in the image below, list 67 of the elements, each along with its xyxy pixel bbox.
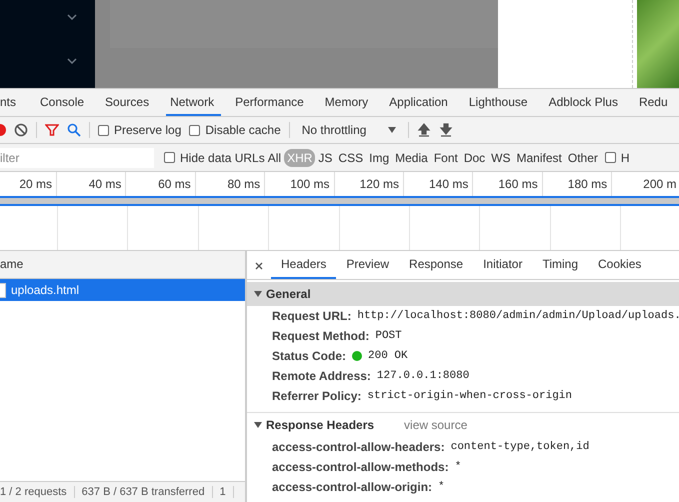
devtools-tab[interactable]: Lighthouse bbox=[464, 89, 535, 116]
chevron-icon[interactable] bbox=[67, 58, 77, 64]
triangle-icon[interactable] bbox=[254, 422, 262, 428]
search-icon[interactable] bbox=[67, 123, 81, 137]
detail-tab[interactable]: Timing bbox=[532, 251, 588, 279]
header-value: * bbox=[454, 461, 462, 473]
filter-checkbox[interactable]: H bbox=[604, 150, 630, 164]
clear-icon[interactable] bbox=[14, 123, 28, 137]
header-value: 200 OK bbox=[368, 350, 408, 362]
timeline-overview-bar[interactable] bbox=[0, 196, 679, 206]
section-header[interactable]: Response Headers bbox=[254, 418, 374, 432]
type-filter-button[interactable]: Manifest bbox=[514, 148, 565, 166]
disable-cache-checkbox[interactable]: Disable cache bbox=[189, 123, 281, 137]
throttling-dropdown[interactable]: No throttling bbox=[298, 123, 400, 137]
detail-tab[interactable]: Response bbox=[399, 251, 474, 279]
detail-tab[interactable]: Preview bbox=[336, 251, 400, 279]
section-header[interactable]: General bbox=[247, 282, 679, 306]
header-name: Referrer Policy: bbox=[272, 389, 362, 403]
header-value: * bbox=[438, 481, 445, 493]
preserve-log-checkbox[interactable]: Preserve log bbox=[98, 123, 182, 137]
devtools-tab[interactable]: Console bbox=[36, 89, 92, 116]
header-name: Remote Address: bbox=[272, 369, 371, 383]
devtools-tab[interactable]: Adblock Plus bbox=[544, 89, 625, 116]
detail-tab[interactable]: Cookies bbox=[588, 251, 652, 279]
status-text: 1 / 2 requests bbox=[0, 486, 75, 498]
header-value: POST bbox=[375, 330, 402, 342]
name-column-header[interactable]: ame bbox=[0, 251, 245, 279]
type-filter-button[interactable]: Doc bbox=[460, 148, 488, 166]
header-value: http://localhost:8080/admin/admin/Upload/uploads. bbox=[357, 310, 679, 322]
devtools-tab[interactable]: nts bbox=[0, 89, 26, 116]
header-value: strict-origin-when-cross-origin bbox=[367, 390, 572, 402]
type-filter-button[interactable]: JS bbox=[315, 148, 336, 166]
hide-data-urls-checkbox[interactable]: Hide data URLs bbox=[164, 150, 265, 164]
devtools-tab[interactable]: Application bbox=[385, 89, 455, 116]
detail-tab[interactable]: Initiator bbox=[473, 251, 532, 279]
type-filter-button[interactable]: CSS bbox=[335, 148, 366, 166]
header-name: access-control-allow-origin: bbox=[272, 480, 432, 494]
header-name: access-control-allow-headers: bbox=[272, 440, 445, 454]
type-filter-button[interactable]: Img bbox=[366, 148, 392, 166]
detail-tab[interactable]: Headers bbox=[271, 251, 336, 279]
devtools-tab[interactable]: Memory bbox=[320, 89, 376, 116]
devtools-tab[interactable]: Sources bbox=[101, 89, 156, 116]
request-row[interactable]: uploads.html bbox=[0, 279, 245, 301]
download-icon[interactable] bbox=[439, 123, 454, 137]
view-source-link[interactable]: view source bbox=[404, 418, 468, 432]
type-filter-button[interactable]: All bbox=[264, 148, 284, 166]
devtools-tab[interactable]: Performance bbox=[231, 89, 311, 116]
chevron-icon[interactable] bbox=[67, 14, 77, 20]
status-text: 1 bbox=[212, 486, 234, 498]
filter-field[interactable]: ilter bbox=[0, 148, 154, 168]
type-filter-button[interactable]: Media bbox=[392, 148, 431, 166]
caret-icon[interactable] bbox=[388, 127, 396, 133]
header-name: Request Method: bbox=[272, 329, 370, 343]
type-filter-button[interactable]: Other bbox=[564, 148, 601, 166]
upload-icon[interactable] bbox=[417, 123, 432, 137]
status-text: 637 B / 637 B transferred bbox=[74, 486, 213, 498]
header-value: 127.0.0.1:8080 bbox=[376, 370, 470, 382]
header-name: access-control-allow-methods: bbox=[272, 460, 449, 474]
header-name: Request URL: bbox=[272, 309, 352, 323]
header-name: Status Code: bbox=[272, 349, 346, 363]
filter-icon[interactable] bbox=[45, 123, 59, 137]
header-value: content-type,token,id bbox=[450, 441, 590, 453]
devtools-tab[interactable]: Redu bbox=[634, 89, 675, 116]
close-icon[interactable] bbox=[255, 262, 263, 270]
triangle-icon[interactable] bbox=[254, 291, 262, 297]
type-filter-button[interactable]: WS bbox=[488, 148, 514, 166]
type-filter-button[interactable]: Font bbox=[430, 148, 461, 166]
